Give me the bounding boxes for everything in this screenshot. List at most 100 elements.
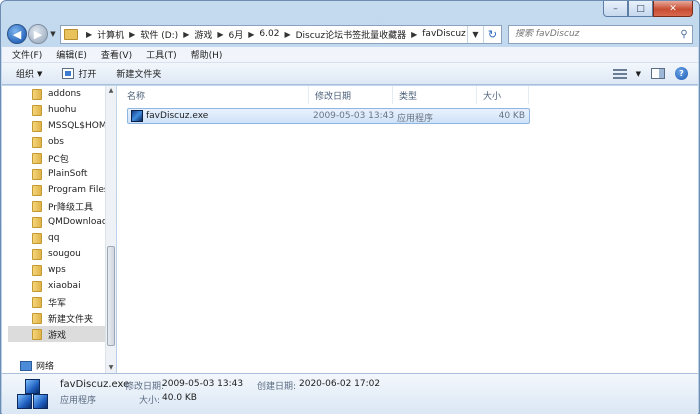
folder-icon (32, 296, 42, 308)
details-created-value: 2020-06-02 17:02 (299, 379, 381, 389)
navigation-scrollbar[interactable]: ▲ ▼ (105, 86, 116, 373)
new-folder-button[interactable]: 新建文件夹 (116, 67, 161, 80)
exe-application-icon (131, 110, 143, 122)
details-type: 应用程序 (60, 396, 97, 406)
scroll-up-icon[interactable]: ▲ (106, 86, 116, 96)
file-size: 40 KB (498, 111, 525, 121)
menu-edit[interactable]: 编辑(E) (56, 48, 87, 61)
explorer-window: – □ ✕ ◀ ▶ ▼ ▶ 计算机 ▶ 软件 (D:) ▶ 游戏 ▶ 6月 ▶ 6.02… (0, 0, 700, 414)
open-button[interactable]: 打开 (62, 67, 96, 80)
file-name: favDiscuz.exe (146, 111, 209, 121)
tree-item-xiaobai[interactable]: xiaobai (32, 278, 81, 294)
tree-item-plainsoft[interactable]: PlainSoft (32, 166, 87, 182)
tree-item-mssql[interactable]: MSSQL$HOM (32, 118, 107, 134)
chevron-right-icon[interactable]: ▶ (284, 30, 290, 39)
tree-item-label: PC包 (48, 154, 69, 165)
tree-item-qmdownload[interactable]: QMDownload (32, 214, 108, 230)
folder-icon (32, 88, 42, 100)
folder-icon (32, 264, 42, 276)
tree-item-program-files[interactable]: Program Files (32, 182, 109, 198)
breadcrumb-item[interactable]: Discuz论坛书签批量收藏器 (296, 28, 407, 41)
tree-item-pc-bao[interactable]: PC包 (32, 150, 69, 166)
column-header-name[interactable]: 名称 (121, 86, 309, 104)
tree-item-new-folder[interactable]: 新建文件夹 (32, 310, 93, 326)
column-header-size[interactable]: 大小 (477, 86, 529, 104)
cube-shape (17, 394, 32, 409)
menu-help[interactable]: 帮助(H) (191, 48, 223, 61)
folder-icon (32, 328, 42, 340)
maximize-button[interactable]: □ (628, 1, 653, 17)
column-header-type[interactable]: 类型 (393, 86, 477, 104)
menu-tools[interactable]: 工具(T) (146, 48, 177, 61)
chevron-right-icon[interactable]: ▶ (86, 30, 92, 39)
scroll-down-icon[interactable]: ▼ (106, 363, 116, 373)
tree-item-label: Program Files (48, 185, 109, 195)
tree-item-wps[interactable]: wps (32, 262, 66, 278)
breadcrumb-item[interactable]: 6.02 (259, 29, 279, 39)
navigation-row: ◀ ▶ ▼ ▶ 计算机 ▶ 软件 (D:) ▶ 游戏 ▶ 6月 ▶ 6.02 ▶ Disc… (7, 23, 693, 45)
open-icon (62, 68, 75, 79)
folder-icon (32, 312, 42, 324)
tree-item-huohu[interactable]: huohu (32, 102, 76, 118)
caption-buttons: – □ ✕ (603, 1, 693, 17)
table-row[interactable]: favDiscuz.exe 2009-05-03 13:43 应用程序 40 K… (127, 108, 530, 124)
tree-item-qq[interactable]: qq (32, 230, 59, 246)
back-arrow-icon: ◀ (12, 27, 22, 41)
minimize-button[interactable]: – (603, 1, 628, 17)
forward-button[interactable]: ▶ (28, 24, 48, 44)
back-button[interactable]: ◀ (7, 24, 27, 44)
chevron-right-icon[interactable]: ▶ (248, 30, 254, 39)
chevron-down-icon[interactable]: ▼ (636, 70, 641, 78)
folder-icon (32, 120, 42, 132)
tree-item-pr-tool[interactable]: Pr降级工具 (32, 198, 93, 214)
folder-icon (32, 136, 42, 148)
tree-item-obs[interactable]: obs (32, 134, 64, 150)
tree-item-label: 新建文件夹 (48, 314, 94, 325)
recent-pages-dropdown[interactable]: ▼ (48, 30, 58, 38)
refresh-icon[interactable]: ↻ (483, 25, 501, 43)
search-input[interactable] (515, 29, 676, 39)
menu-view[interactable]: 查看(V) (101, 48, 132, 61)
details-file-name: favDiscuz.exe (60, 379, 130, 390)
chevron-right-icon[interactable]: ▶ (129, 30, 135, 39)
file-modified: 2009-05-03 13:43 (313, 111, 395, 121)
tree-item-label: 游戏 (48, 330, 67, 341)
address-bar[interactable]: ▶ 计算机 ▶ 软件 (D:) ▶ 游戏 ▶ 6月 ▶ 6.02 ▶ Discuz论坛书签… (60, 24, 502, 44)
breadcrumb-item[interactable]: 计算机 (97, 28, 124, 41)
file-type: 应用程序 (397, 114, 434, 124)
view-controls: ▼ ? (612, 67, 688, 80)
tree-item-network[interactable]: 网络 (20, 359, 54, 372)
close-button[interactable]: ✕ (653, 1, 693, 17)
organize-label: 组织 (16, 70, 35, 80)
folder-icon (32, 152, 42, 164)
tree-item-addons[interactable]: addons (32, 86, 81, 102)
chevron-right-icon[interactable]: ▶ (217, 30, 223, 39)
tree-item-huajun[interactable]: 华军 (32, 294, 66, 310)
tree-item-label: MSSQL$HOM (48, 121, 107, 131)
details-modified-label: 修改日期: (125, 382, 165, 392)
chevron-right-icon[interactable]: ▶ (183, 30, 189, 39)
folder-icon (64, 28, 78, 40)
preview-pane-icon[interactable] (651, 68, 665, 79)
details-modified-value: 2009-05-03 13:43 (162, 379, 244, 389)
breadcrumb-item[interactable]: 6月 (229, 28, 244, 41)
search-box[interactable]: ⚲ (508, 24, 693, 44)
cube-shape (25, 379, 40, 394)
column-header-modified[interactable]: 修改日期 (309, 86, 393, 104)
breadcrumb-item[interactable]: 软件 (D:) (140, 28, 178, 41)
breadcrumb-item[interactable]: favDiscuz (422, 29, 466, 39)
breadcrumb-item[interactable]: 游戏 (194, 28, 212, 41)
help-icon[interactable]: ? (675, 67, 688, 80)
scrollbar-thumb[interactable] (107, 246, 115, 346)
chevron-down-icon: ▼ (37, 69, 43, 78)
tree-item-sougou[interactable]: sougou (32, 246, 81, 262)
chevron-right-icon[interactable]: ▶ (411, 30, 417, 39)
search-icon[interactable]: ⚲ (676, 29, 692, 40)
view-options-icon[interactable] (612, 68, 627, 79)
tree-item-label: qq (48, 233, 60, 243)
tree-item-games-selected[interactable]: 游戏 (8, 326, 108, 342)
organize-button[interactable]: 组织 ▼ (16, 67, 43, 81)
menu-file[interactable]: 文件(F) (12, 48, 42, 61)
details-created-label: 创建日期: (257, 382, 297, 392)
chevron-down-icon[interactable]: ▼ (467, 25, 483, 43)
